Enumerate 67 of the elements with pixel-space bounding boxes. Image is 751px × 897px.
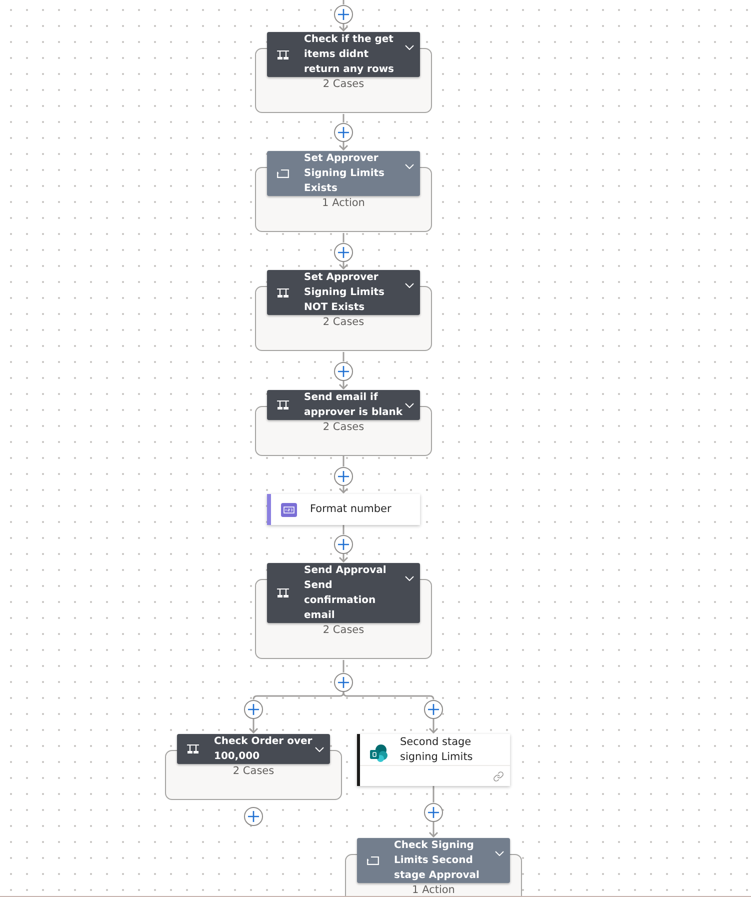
step-header[interactable]: Set Approver Signing Limits Exists <box>267 151 420 196</box>
number-format-icon <box>281 502 297 516</box>
step-summary: 1 Action <box>322 198 365 209</box>
add-step-button[interactable] <box>334 466 353 486</box>
plus-icon <box>338 470 349 482</box>
step-title: Send email if approver is blank <box>304 391 404 420</box>
add-step-button[interactable] <box>334 242 353 262</box>
add-step-button[interactable] <box>424 802 443 822</box>
chevron-down-icon[interactable] <box>405 45 414 50</box>
connector-line <box>342 0 344 4</box>
plus-icon <box>338 126 349 138</box>
add-step-button[interactable] <box>334 362 353 380</box>
step-summary: 2 Cases <box>232 766 274 777</box>
action-card[interactable]: Format number <box>267 494 420 525</box>
step-header[interactable]: Check if the get items didnt return any rows <box>267 32 420 77</box>
add-step-button[interactable] <box>334 534 353 554</box>
connector-line <box>342 525 344 534</box>
action-title: Format number <box>310 502 392 517</box>
plus-icon <box>428 806 439 818</box>
step-header[interactable]: Send email if approver is blank <box>267 390 420 420</box>
add-step-button[interactable] <box>244 700 263 718</box>
switch-icon <box>277 288 289 298</box>
plus-icon <box>428 704 439 714</box>
step-title: Set Approver Signing Limits Exists <box>304 152 386 196</box>
step-summary: 2 Cases <box>322 79 364 90</box>
loop-icon <box>277 169 289 178</box>
step-title: Set Approver Signing Limits NOT Exists <box>304 271 386 315</box>
plus-icon <box>338 246 349 258</box>
chevron-down-icon[interactable] <box>495 851 504 856</box>
step-summary: 1 Action <box>412 885 455 896</box>
plus-icon <box>338 8 349 20</box>
chevron-down-icon[interactable] <box>315 747 324 752</box>
add-step-button[interactable] <box>334 122 353 142</box>
step-header[interactable]: Set Approver Signing Limits NOT Exists <box>267 270 420 315</box>
plus-icon <box>338 538 349 550</box>
step-header[interactable]: Send Approval Send confirmation email <box>267 563 420 623</box>
connector-line <box>432 786 434 802</box>
plus-icon <box>338 366 349 376</box>
chevron-down-icon[interactable] <box>405 164 414 169</box>
step-summary: 2 Cases <box>322 317 364 328</box>
step-summary: 2 Cases <box>322 625 364 636</box>
chevron-down-icon[interactable] <box>405 576 414 581</box>
switch-icon <box>277 50 289 60</box>
step-header[interactable]: Check Signing Limits Second stage Approval <box>357 838 510 883</box>
step-title: Check if the get items didnt return any rows <box>304 33 396 77</box>
add-step-button[interactable] <box>424 700 443 718</box>
plus-icon <box>338 676 349 688</box>
step-title: Check Order over 100,000 <box>214 735 314 764</box>
add-step-button[interactable] <box>334 672 353 692</box>
switch-icon <box>187 744 199 754</box>
link-icon <box>493 770 504 782</box>
action-card[interactable]: Second stage signing Limits <box>357 734 510 786</box>
plus-icon <box>248 810 259 822</box>
switch-icon <box>277 588 289 598</box>
action-title: Second stage signing Limits <box>400 735 474 765</box>
step-header[interactable]: Check Order over 100,000 <box>177 734 330 764</box>
add-step-button[interactable] <box>334 4 353 24</box>
site-icon <box>370 744 388 762</box>
step-title: Check Signing Limits Second stage Approval <box>394 839 480 883</box>
chevron-down-icon[interactable] <box>405 283 414 288</box>
switch-icon <box>277 400 289 410</box>
plus-icon <box>248 704 259 714</box>
chevron-down-icon[interactable] <box>405 403 414 408</box>
add-step-button[interactable] <box>244 806 263 826</box>
step-title: Send Approval Send confirmation email <box>304 564 388 623</box>
step-summary: 2 Cases <box>322 422 364 433</box>
loop-icon <box>367 856 379 865</box>
